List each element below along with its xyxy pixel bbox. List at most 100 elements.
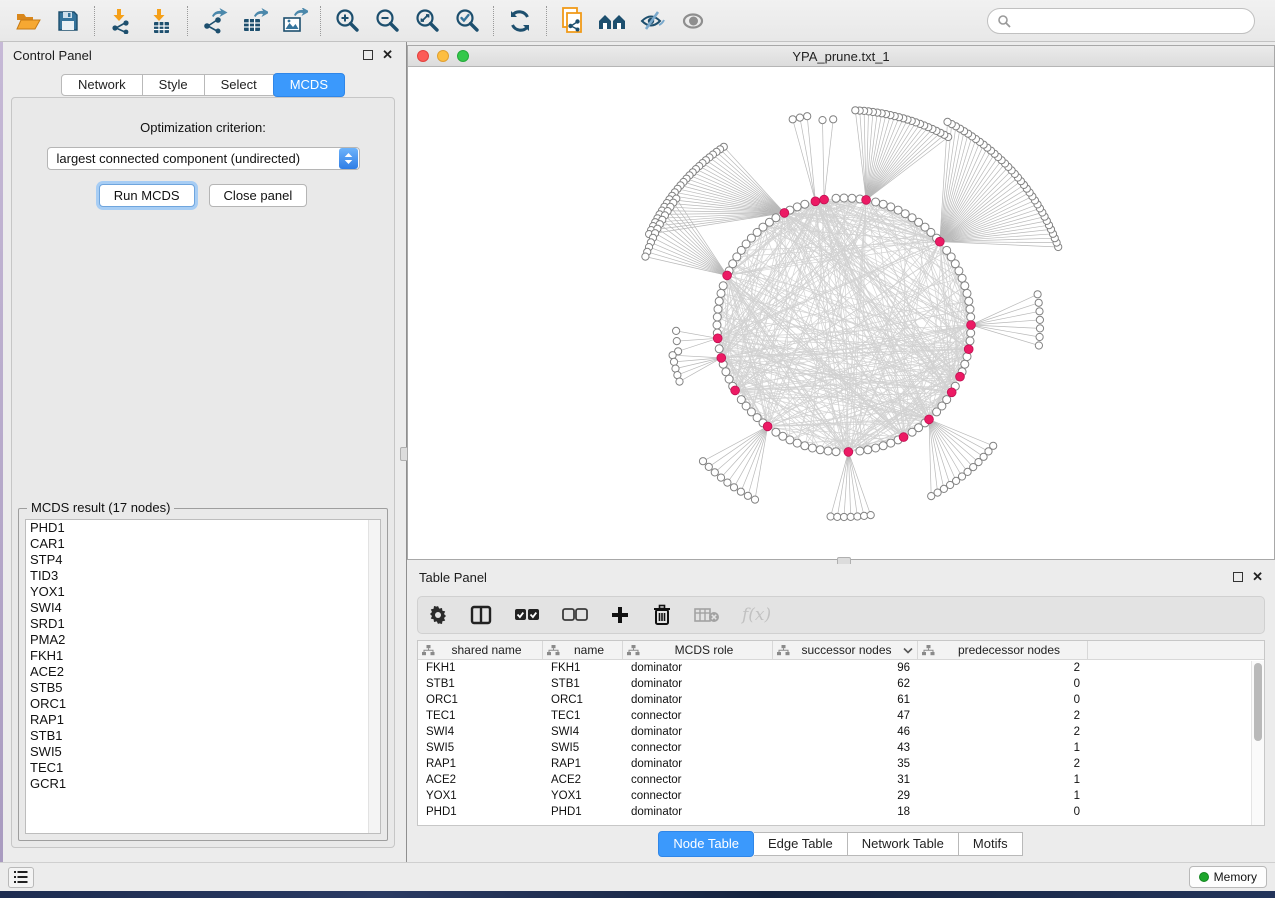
table-cell: 62	[773, 676, 918, 692]
column-header-MCDS-role[interactable]: MCDS role	[623, 641, 773, 659]
mcds-result-item[interactable]: RAP1	[26, 712, 380, 728]
table-cell: 47	[773, 708, 918, 724]
table-cell: dominator	[623, 660, 773, 676]
table-row[interactable]: SWI4SWI4dominator462	[418, 724, 1264, 740]
select-all-icon[interactable]	[514, 608, 540, 622]
mcds-result-item[interactable]: STB1	[26, 728, 380, 744]
table-row[interactable]: RAP1RAP1dominator352	[418, 756, 1264, 772]
mcds-result-list[interactable]: PHD1CAR1STP4TID3YOX1SWI4SRD1PMA2FKH1ACE2…	[25, 519, 381, 834]
mcds-result-item[interactable]: PMA2	[26, 632, 380, 648]
mcds-result-item[interactable]: SRD1	[26, 616, 380, 632]
export-network-icon[interactable]	[194, 4, 234, 38]
first-neighbors-icon[interactable]	[593, 4, 633, 38]
mcds-result-item[interactable]: SWI5	[26, 744, 380, 760]
mcds-result-item[interactable]: PHD1	[26, 520, 380, 536]
table-row[interactable]: FKH1FKH1dominator962	[418, 660, 1264, 676]
show-all-icon[interactable]	[673, 4, 713, 38]
network-graph[interactable]	[408, 67, 1274, 559]
table-cell: STB1	[418, 676, 543, 692]
tab-node-table[interactable]: Node Table	[658, 831, 754, 857]
table-row[interactable]: ORC1ORC1dominator610	[418, 692, 1264, 708]
zoom-in-icon[interactable]	[327, 4, 367, 38]
tab-network[interactable]: Network	[61, 74, 143, 96]
table-row[interactable]: STB1STB1dominator620	[418, 676, 1264, 692]
tab-mcds[interactable]: MCDS	[273, 73, 345, 97]
optimization-criterion-dropdown[interactable]: largest connected component (undirected)	[47, 147, 360, 170]
float-table-panel-icon[interactable]	[1233, 572, 1243, 582]
table-cell: ORC1	[543, 692, 623, 708]
table-row[interactable]: SWI5SWI5connector431	[418, 740, 1264, 756]
mcds-result-item[interactable]: GCR1	[26, 776, 380, 792]
refresh-icon[interactable]	[500, 4, 540, 38]
mcds-result-item[interactable]: STB5	[26, 680, 380, 696]
network-titlebar[interactable]: YPA_prune.txt_1	[408, 46, 1274, 67]
table-cell: ACE2	[418, 772, 543, 788]
zoom-selected-icon[interactable]	[447, 4, 487, 38]
table-panel: Table Panel ✕	[407, 564, 1275, 862]
show-columns-icon[interactable]	[470, 605, 492, 625]
close-panel-icon[interactable]: ✕	[382, 50, 393, 60]
column-header-predecessor-nodes[interactable]: predecessor nodes	[918, 641, 1088, 659]
hide-selected-icon[interactable]	[633, 4, 673, 38]
float-panel-icon[interactable]	[363, 50, 373, 60]
mcds-result-item[interactable]: FKH1	[26, 648, 380, 664]
save-session-icon[interactable]	[48, 4, 88, 38]
function-builder-icon[interactable]: f(x)	[742, 605, 771, 625]
open-file-icon[interactable]	[8, 4, 48, 38]
delete-table-icon[interactable]	[694, 607, 720, 623]
satellite-edges	[645, 110, 1058, 517]
tab-network-table[interactable]: Network Table	[848, 832, 959, 856]
search-box[interactable]	[987, 8, 1255, 34]
column-header-name[interactable]: name	[543, 641, 623, 659]
new-network-from-selection-icon[interactable]	[553, 4, 593, 38]
table-cell: 43	[773, 740, 918, 756]
table-settings-icon[interactable]	[428, 605, 448, 625]
run-mcds-button[interactable]: Run MCDS	[99, 184, 195, 207]
mcds-result-item[interactable]: TID3	[26, 568, 380, 584]
import-table-icon[interactable]	[141, 4, 181, 38]
table-row[interactable]: YOX1YOX1connector291	[418, 788, 1264, 804]
mcds-result-item[interactable]: SWI4	[26, 600, 380, 616]
memory-button[interactable]: Memory	[1189, 866, 1267, 888]
tab-edge-table[interactable]: Edge Table	[754, 832, 848, 856]
mcds-result-item[interactable]: STP4	[26, 552, 380, 568]
table-scrollbar-thumb[interactable]	[1254, 663, 1262, 741]
task-history-button[interactable]	[8, 867, 34, 888]
export-table-icon[interactable]	[234, 4, 274, 38]
mcds-result-item[interactable]: ACE2	[26, 664, 380, 680]
close-panel-button[interactable]: Close panel	[209, 184, 308, 207]
mcds-result-item[interactable]: CAR1	[26, 536, 380, 552]
mcds-result-item[interactable]: TEC1	[26, 760, 380, 776]
table-cell: ORC1	[418, 692, 543, 708]
mcds-list-scrollbar[interactable]	[368, 520, 380, 833]
search-input[interactable]	[1016, 14, 1245, 28]
table-cell: 96	[773, 660, 918, 676]
table-row[interactable]: ACE2ACE2connector311	[418, 772, 1264, 788]
optimization-criterion-label: Optimization criterion:	[12, 120, 394, 135]
delete-row-icon[interactable]	[652, 604, 672, 626]
tab-style[interactable]: Style	[143, 74, 205, 96]
network-canvas[interactable]	[408, 67, 1274, 559]
add-row-icon[interactable]	[610, 605, 630, 625]
export-image-icon[interactable]	[274, 4, 314, 38]
table-cell: TEC1	[543, 708, 623, 724]
tab-motifs[interactable]: Motifs	[959, 832, 1023, 856]
status-bar: Memory	[0, 862, 1275, 891]
right-region: YPA_prune.txt_1 Table Panel ✕	[407, 42, 1275, 862]
mcds-result-item[interactable]: YOX1	[26, 584, 380, 600]
table-scrollbar[interactable]	[1251, 661, 1264, 825]
table-cell: PHD1	[418, 804, 543, 820]
import-network-icon[interactable]	[101, 4, 141, 38]
column-header-shared-name[interactable]: shared name	[418, 641, 543, 659]
mcds-result-items: PHD1CAR1STP4TID3YOX1SWI4SRD1PMA2FKH1ACE2…	[26, 520, 380, 792]
tab-select[interactable]: Select	[205, 74, 274, 96]
zoom-out-icon[interactable]	[367, 4, 407, 38]
table-row[interactable]: TEC1TEC1connector472	[418, 708, 1264, 724]
table-row[interactable]: PHD1PHD1dominator180	[418, 804, 1264, 820]
table-cell: dominator	[623, 804, 773, 820]
close-table-panel-icon[interactable]: ✕	[1252, 572, 1263, 582]
column-header-successor-nodes[interactable]: successor nodes	[773, 641, 918, 659]
mcds-result-item[interactable]: ORC1	[26, 696, 380, 712]
zoom-fit-icon[interactable]	[407, 4, 447, 38]
deselect-all-icon[interactable]	[562, 608, 588, 622]
